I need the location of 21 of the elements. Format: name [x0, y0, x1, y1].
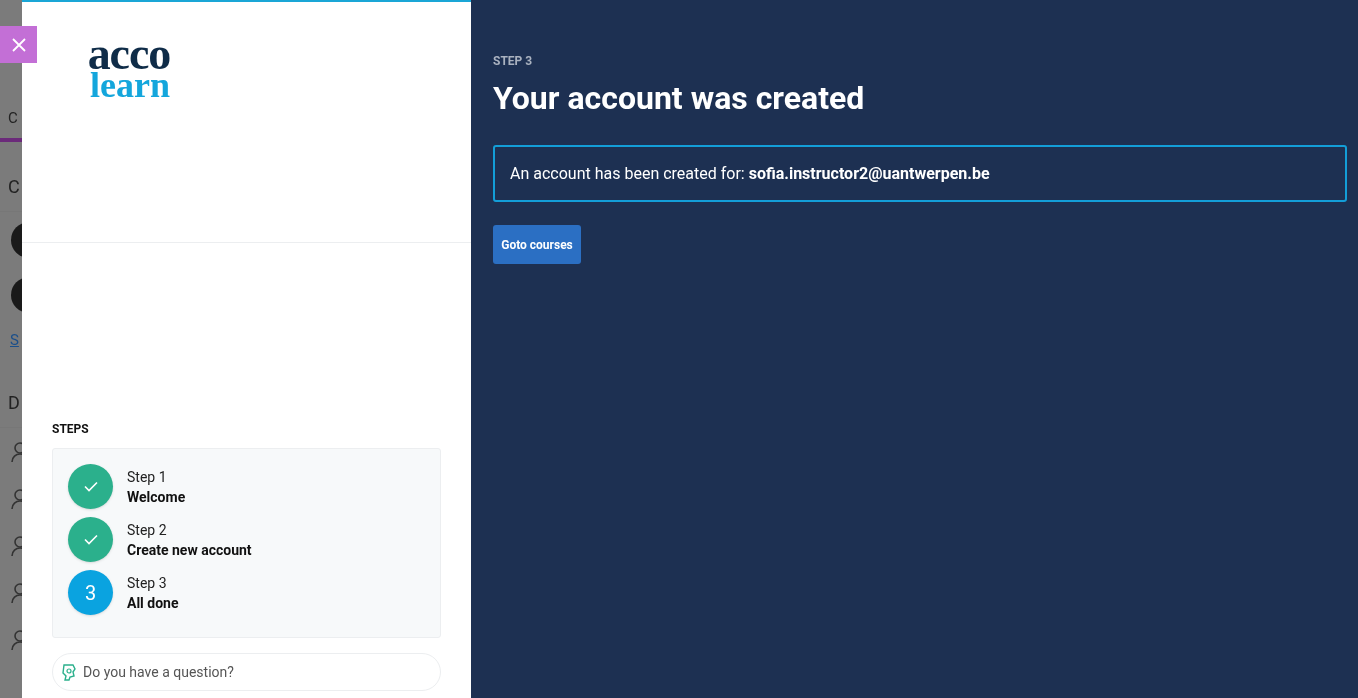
- section-heading: D: [8, 391, 20, 415]
- link[interactable]: S: [10, 328, 19, 352]
- step-name: Welcome: [127, 487, 186, 507]
- step-eyebrow: STEP 3: [493, 53, 534, 70]
- close-icon: [11, 37, 26, 52]
- step-name: All done: [127, 593, 179, 613]
- step-name: Create new account: [127, 540, 252, 560]
- question-input[interactable]: Do you have a question?: [83, 661, 432, 683]
- logo: acco learn: [86, 36, 170, 100]
- tab-label[interactable]: C: [8, 106, 18, 130]
- step-label: Step 2: [127, 520, 168, 540]
- page-title: Your account was created: [493, 78, 866, 118]
- close-button[interactable]: [0, 26, 37, 63]
- step-label: Step 1: [127, 467, 168, 487]
- account-message: An account has been created for: sofia.instructor2@uantwerpen.be: [510, 162, 990, 185]
- goto-courses-button[interactable]: Goto courses: [493, 225, 581, 264]
- steps-heading: STEPS: [52, 421, 90, 438]
- chat-icon: [61, 663, 77, 681]
- step-label: Step 3: [127, 573, 168, 593]
- step-number: 3: [68, 570, 113, 615]
- section-heading: C: [8, 175, 20, 199]
